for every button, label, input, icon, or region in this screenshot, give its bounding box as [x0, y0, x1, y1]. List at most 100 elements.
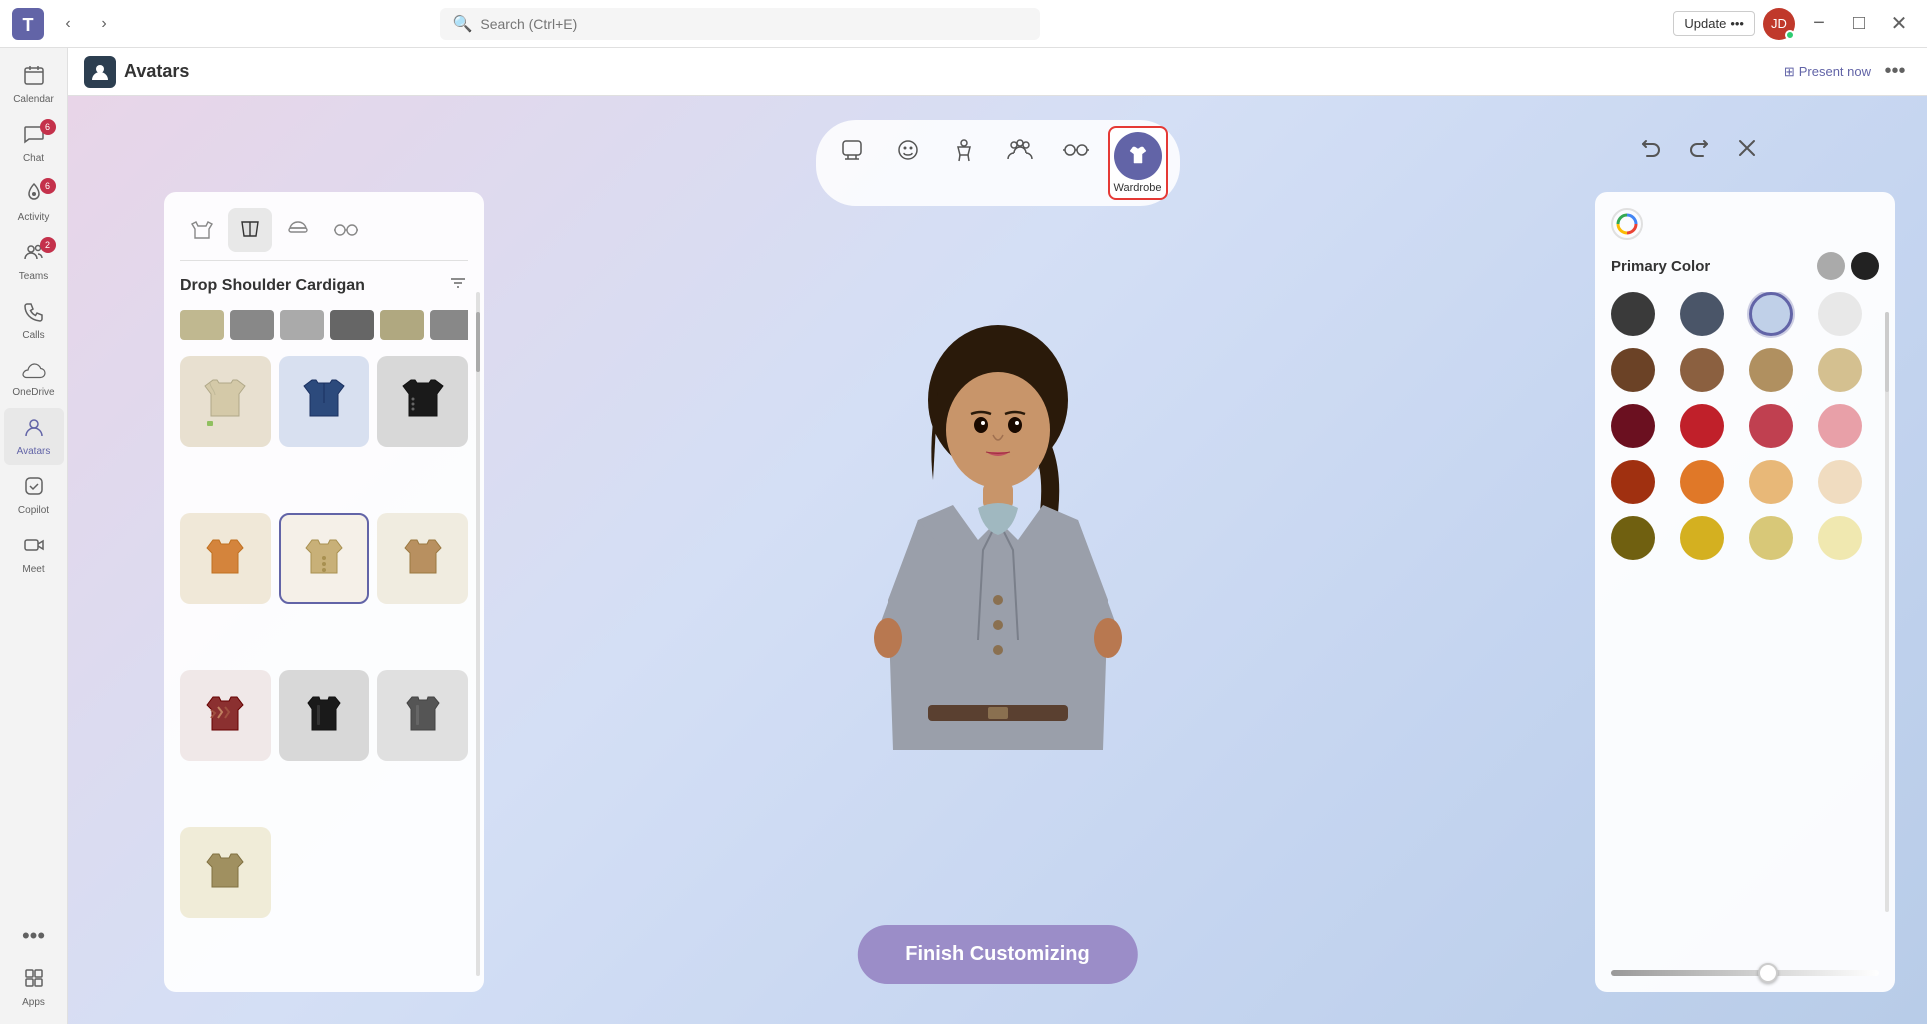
toolbar-wardrobe[interactable]: Wardrobe: [1108, 126, 1168, 200]
wardrobe-item-9[interactable]: [377, 670, 468, 761]
user-avatar: JD: [1763, 8, 1795, 40]
color-panel-scrollbar-thumb[interactable]: [1885, 312, 1889, 392]
copilot-icon: [23, 475, 45, 503]
strip-item-1[interactable]: [180, 310, 224, 340]
activity-label: Activity: [18, 212, 50, 223]
search-input[interactable]: [480, 16, 1028, 32]
update-button[interactable]: Update •••: [1673, 11, 1755, 36]
color-swatch-darkorange[interactable]: [1611, 460, 1655, 504]
color-swatch-tan[interactable]: [1749, 348, 1793, 392]
color-swatch-darkgray[interactable]: [1611, 292, 1655, 336]
wardrobe-item-7[interactable]: [180, 670, 271, 761]
color-panel-header: [1611, 208, 1879, 240]
toolbar-body[interactable]: [940, 126, 988, 200]
body-btn[interactable]: [940, 126, 988, 174]
color-swatch-yellow[interactable]: [1680, 516, 1724, 560]
back-button[interactable]: ‹: [52, 8, 84, 40]
avatar-select-btn[interactable]: [828, 126, 876, 174]
color-swatch-darkred[interactable]: [1611, 404, 1655, 448]
calls-icon: [23, 300, 45, 328]
toolbar-avatar-select[interactable]: [828, 126, 876, 200]
undo-button[interactable]: [1631, 128, 1671, 168]
wardrobe-item-1[interactable]: [180, 356, 271, 447]
wardrobe-scrollbar[interactable]: [476, 292, 480, 976]
sidebar-item-teams[interactable]: 2 Teams: [4, 233, 64, 290]
face-btn[interactable]: [884, 126, 932, 174]
color-swatch-peach[interactable]: [1749, 460, 1793, 504]
close-window-button[interactable]: ✕: [1883, 8, 1915, 40]
wardrobe-btn[interactable]: [1114, 132, 1162, 180]
sidebar-item-apps[interactable]: Apps: [4, 959, 64, 1016]
wardrobe-title-row: Drop Shoulder Cardigan: [180, 273, 468, 298]
strip-item-2[interactable]: [230, 310, 274, 340]
wardrobe-item-10[interactable]: [180, 827, 271, 918]
app-more-button[interactable]: •••: [1879, 56, 1911, 88]
present-icon: ⊞: [1784, 64, 1795, 80]
wardrobe-tab-bottoms[interactable]: [228, 208, 272, 252]
sidebar-item-calls[interactable]: Calls: [4, 292, 64, 349]
wardrobe-item-5[interactable]: [279, 513, 370, 604]
color-swatch-lightyellow[interactable]: [1749, 516, 1793, 560]
accessories-btn[interactable]: [1052, 126, 1100, 174]
color-swatch-brown[interactable]: [1680, 348, 1724, 392]
color-swatch-crimson[interactable]: [1749, 404, 1793, 448]
finish-customizing-button[interactable]: Finish Customizing: [857, 925, 1137, 984]
main-layout: Calendar 6 Chat 6 Activity 2: [0, 48, 1927, 1024]
wardrobe-item-3[interactable]: [377, 356, 468, 447]
sidebar-item-meet[interactable]: Meet: [4, 526, 64, 583]
wardrobe-item-4[interactable]: [180, 513, 271, 604]
avatar-toolbar: Wardrobe: [816, 120, 1180, 206]
primary-color-label: Primary Color: [1611, 258, 1710, 275]
color-swatch-cream[interactable]: [1818, 460, 1862, 504]
wardrobe-tabs: [180, 208, 468, 261]
wardrobe-tab-hats[interactable]: [276, 208, 320, 252]
primary-swatch-gray[interactable]: [1817, 252, 1845, 280]
color-swatch-lighttan[interactable]: [1818, 348, 1862, 392]
filter-button[interactable]: [448, 273, 468, 298]
wardrobe-item-2[interactable]: [279, 356, 370, 447]
onedrive-icon: [22, 359, 46, 385]
slider-track: [1611, 970, 1879, 976]
sidebar-item-calendar[interactable]: Calendar: [4, 56, 64, 113]
sidebar-item-avatars[interactable]: Avatars: [4, 408, 64, 465]
wardrobe-scrollbar-thumb[interactable]: [476, 312, 480, 372]
toolbar-team[interactable]: [996, 126, 1044, 200]
color-swatch-orange[interactable]: [1680, 460, 1724, 504]
color-swatch-lightblue[interactable]: [1749, 292, 1793, 336]
color-slider[interactable]: [1611, 970, 1879, 976]
primary-swatch-black[interactable]: [1851, 252, 1879, 280]
sidebar-item-onedrive[interactable]: OneDrive: [4, 351, 64, 406]
close-editor-button[interactable]: [1727, 128, 1767, 168]
sidebar-item-chat[interactable]: 6 Chat: [4, 115, 64, 172]
maximize-button[interactable]: □: [1843, 8, 1875, 40]
color-swatch-darkyellow[interactable]: [1611, 516, 1655, 560]
color-swatch-paleyelow[interactable]: [1818, 516, 1862, 560]
sidebar-item-activity[interactable]: 6 Activity: [4, 174, 64, 231]
color-swatch-darkbrown[interactable]: [1611, 348, 1655, 392]
strip-item-5[interactable]: [380, 310, 424, 340]
strip-item-6[interactable]: [430, 310, 468, 340]
wardrobe-grid: [180, 356, 468, 976]
wardrobe-item-6[interactable]: [377, 513, 468, 604]
color-swatch-lightpink[interactable]: [1818, 404, 1862, 448]
strip-item-3[interactable]: [280, 310, 324, 340]
color-panel-scrollbar[interactable]: [1885, 312, 1889, 912]
strip-item-4[interactable]: [330, 310, 374, 340]
color-swatch-slate[interactable]: [1680, 292, 1724, 336]
sidebar-item-more[interactable]: •••: [4, 915, 64, 957]
wardrobe-tab-glasses[interactable]: [324, 208, 368, 252]
minimize-button[interactable]: −: [1803, 8, 1835, 40]
wardrobe-item-8[interactable]: [279, 670, 370, 761]
redo-button[interactable]: [1679, 128, 1719, 168]
slider-thumb[interactable]: [1758, 963, 1778, 983]
color-swatch-lightgray[interactable]: [1818, 292, 1862, 336]
svg-text:T: T: [23, 15, 34, 35]
toolbar-face[interactable]: [884, 126, 932, 200]
color-swatch-red[interactable]: [1680, 404, 1724, 448]
sidebar-item-copilot[interactable]: Copilot: [4, 467, 64, 524]
present-now-button[interactable]: ⊞ Present now: [1784, 64, 1871, 80]
team-btn[interactable]: [996, 126, 1044, 174]
toolbar-accessories[interactable]: [1052, 126, 1100, 200]
forward-button[interactable]: ›: [88, 8, 120, 40]
wardrobe-tab-tops[interactable]: [180, 208, 224, 252]
